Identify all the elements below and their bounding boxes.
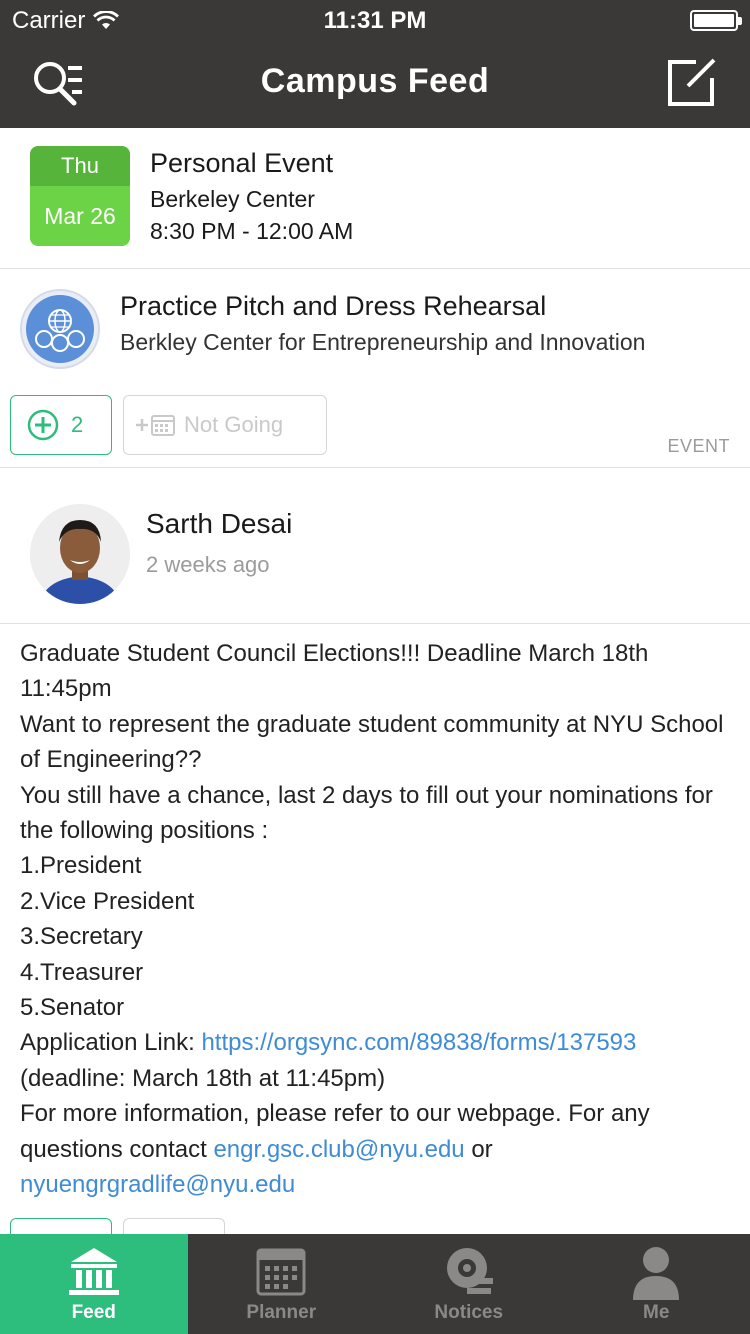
email-link-gradlife[interactable]: nyuengrgradlife@nyu.edu — [20, 1171, 295, 1198]
post-line: Graduate Student Council Elections!!! De… — [20, 640, 649, 703]
post-line: 2.Vice President — [20, 887, 195, 915]
post-line: 1.President — [20, 852, 142, 880]
person-icon — [633, 1247, 680, 1300]
status-time: 11:31 PM — [323, 7, 427, 34]
tab-me[interactable]: Me — [563, 1234, 750, 1334]
event-card[interactable]: Practice Pitch and Dress Rehearsal Berkl… — [0, 269, 750, 468]
application-link-line: Application Link: https://orgsync.com/89… — [20, 1025, 736, 1060]
post-line: 5.Senator — [20, 994, 125, 1022]
avatar[interactable] — [30, 504, 130, 604]
personal-event-row[interactable]: Thu Mar 26 Personal Event Berkeley Cente… — [0, 128, 750, 269]
or-text: or — [464, 1135, 493, 1163]
personal-event-title: Personal Event — [150, 148, 334, 178]
calendar-date: Mar 26 — [30, 186, 130, 246]
plus-count: 2 — [71, 412, 84, 437]
calendar-badge: Thu Mar 26 — [30, 146, 130, 246]
add-to-calendar-icon — [136, 415, 175, 436]
application-link-prefix: Application Link: — [20, 1029, 202, 1057]
contact-line: For more information, please refer to ou… — [20, 1096, 736, 1202]
bell-icon — [446, 1248, 493, 1294]
email-link-gsc[interactable]: engr.gsc.club@nyu.edu — [213, 1136, 464, 1163]
globe-logo-icon — [35, 309, 85, 352]
post-line: 4.Treasurer — [20, 958, 144, 986]
tab-notices[interactable]: Notices — [375, 1234, 563, 1334]
battery-icon — [690, 10, 742, 31]
event-organization: Berkley Center for Entrepreneurship and … — [120, 329, 646, 355]
tab-planner[interactable]: Planner — [188, 1234, 376, 1334]
event-title: Practice Pitch and Dress Rehearsal — [120, 291, 547, 321]
post-line: 3.Secretary — [20, 923, 143, 951]
plus-circle-icon — [27, 409, 59, 441]
calendar-icon — [256, 1248, 306, 1296]
feed-building-icon — [68, 1248, 119, 1295]
plus-one-button[interactable]: 2 — [10, 395, 112, 455]
post-time-ago: 2 weeks ago — [146, 552, 270, 577]
tab-feed[interactable]: Feed — [0, 1234, 188, 1334]
tab-notices-label: Notices — [434, 1302, 504, 1323]
personal-event-location: Berkeley Center — [150, 186, 315, 212]
deadline-note: (deadline: March 18th at 11:45pm) — [20, 1064, 386, 1092]
post-line: You still have a chance, last 2 days to … — [20, 781, 713, 845]
rsvp-button[interactable]: Not Going — [123, 395, 327, 455]
top-bar: Carrier 11:31 PM Campus Feed — [0, 0, 750, 128]
status-bar: Carrier 11:31 PM — [0, 0, 750, 40]
post-header[interactable]: Sarth Desai 2 weeks ago — [0, 468, 750, 624]
tab-bar: Feed Planner Notices Me — [0, 1234, 750, 1334]
post-author[interactable]: Sarth Desai — [146, 508, 292, 540]
calendar-day: Thu — [30, 146, 130, 186]
post-line: Want to represent the graduate student c… — [20, 710, 724, 774]
organization-logo — [20, 289, 100, 369]
page-title: Campus Feed — [260, 62, 490, 100]
tab-me-label: Me — [643, 1302, 670, 1323]
compose-icon[interactable] — [666, 56, 718, 108]
post-body: Graduate Student Council Elections!!! De… — [20, 636, 736, 1203]
rsvp-label: Not Going — [184, 412, 284, 437]
tab-planner-label: Planner — [246, 1302, 317, 1323]
personal-event-time: 8:30 PM - 12:00 AM — [150, 218, 354, 244]
tab-feed-label: Feed — [71, 1302, 116, 1323]
event-type-tag: EVENT — [667, 436, 730, 456]
application-link[interactable]: https://orgsync.com/89838/forms/137593 — [201, 1029, 636, 1056]
